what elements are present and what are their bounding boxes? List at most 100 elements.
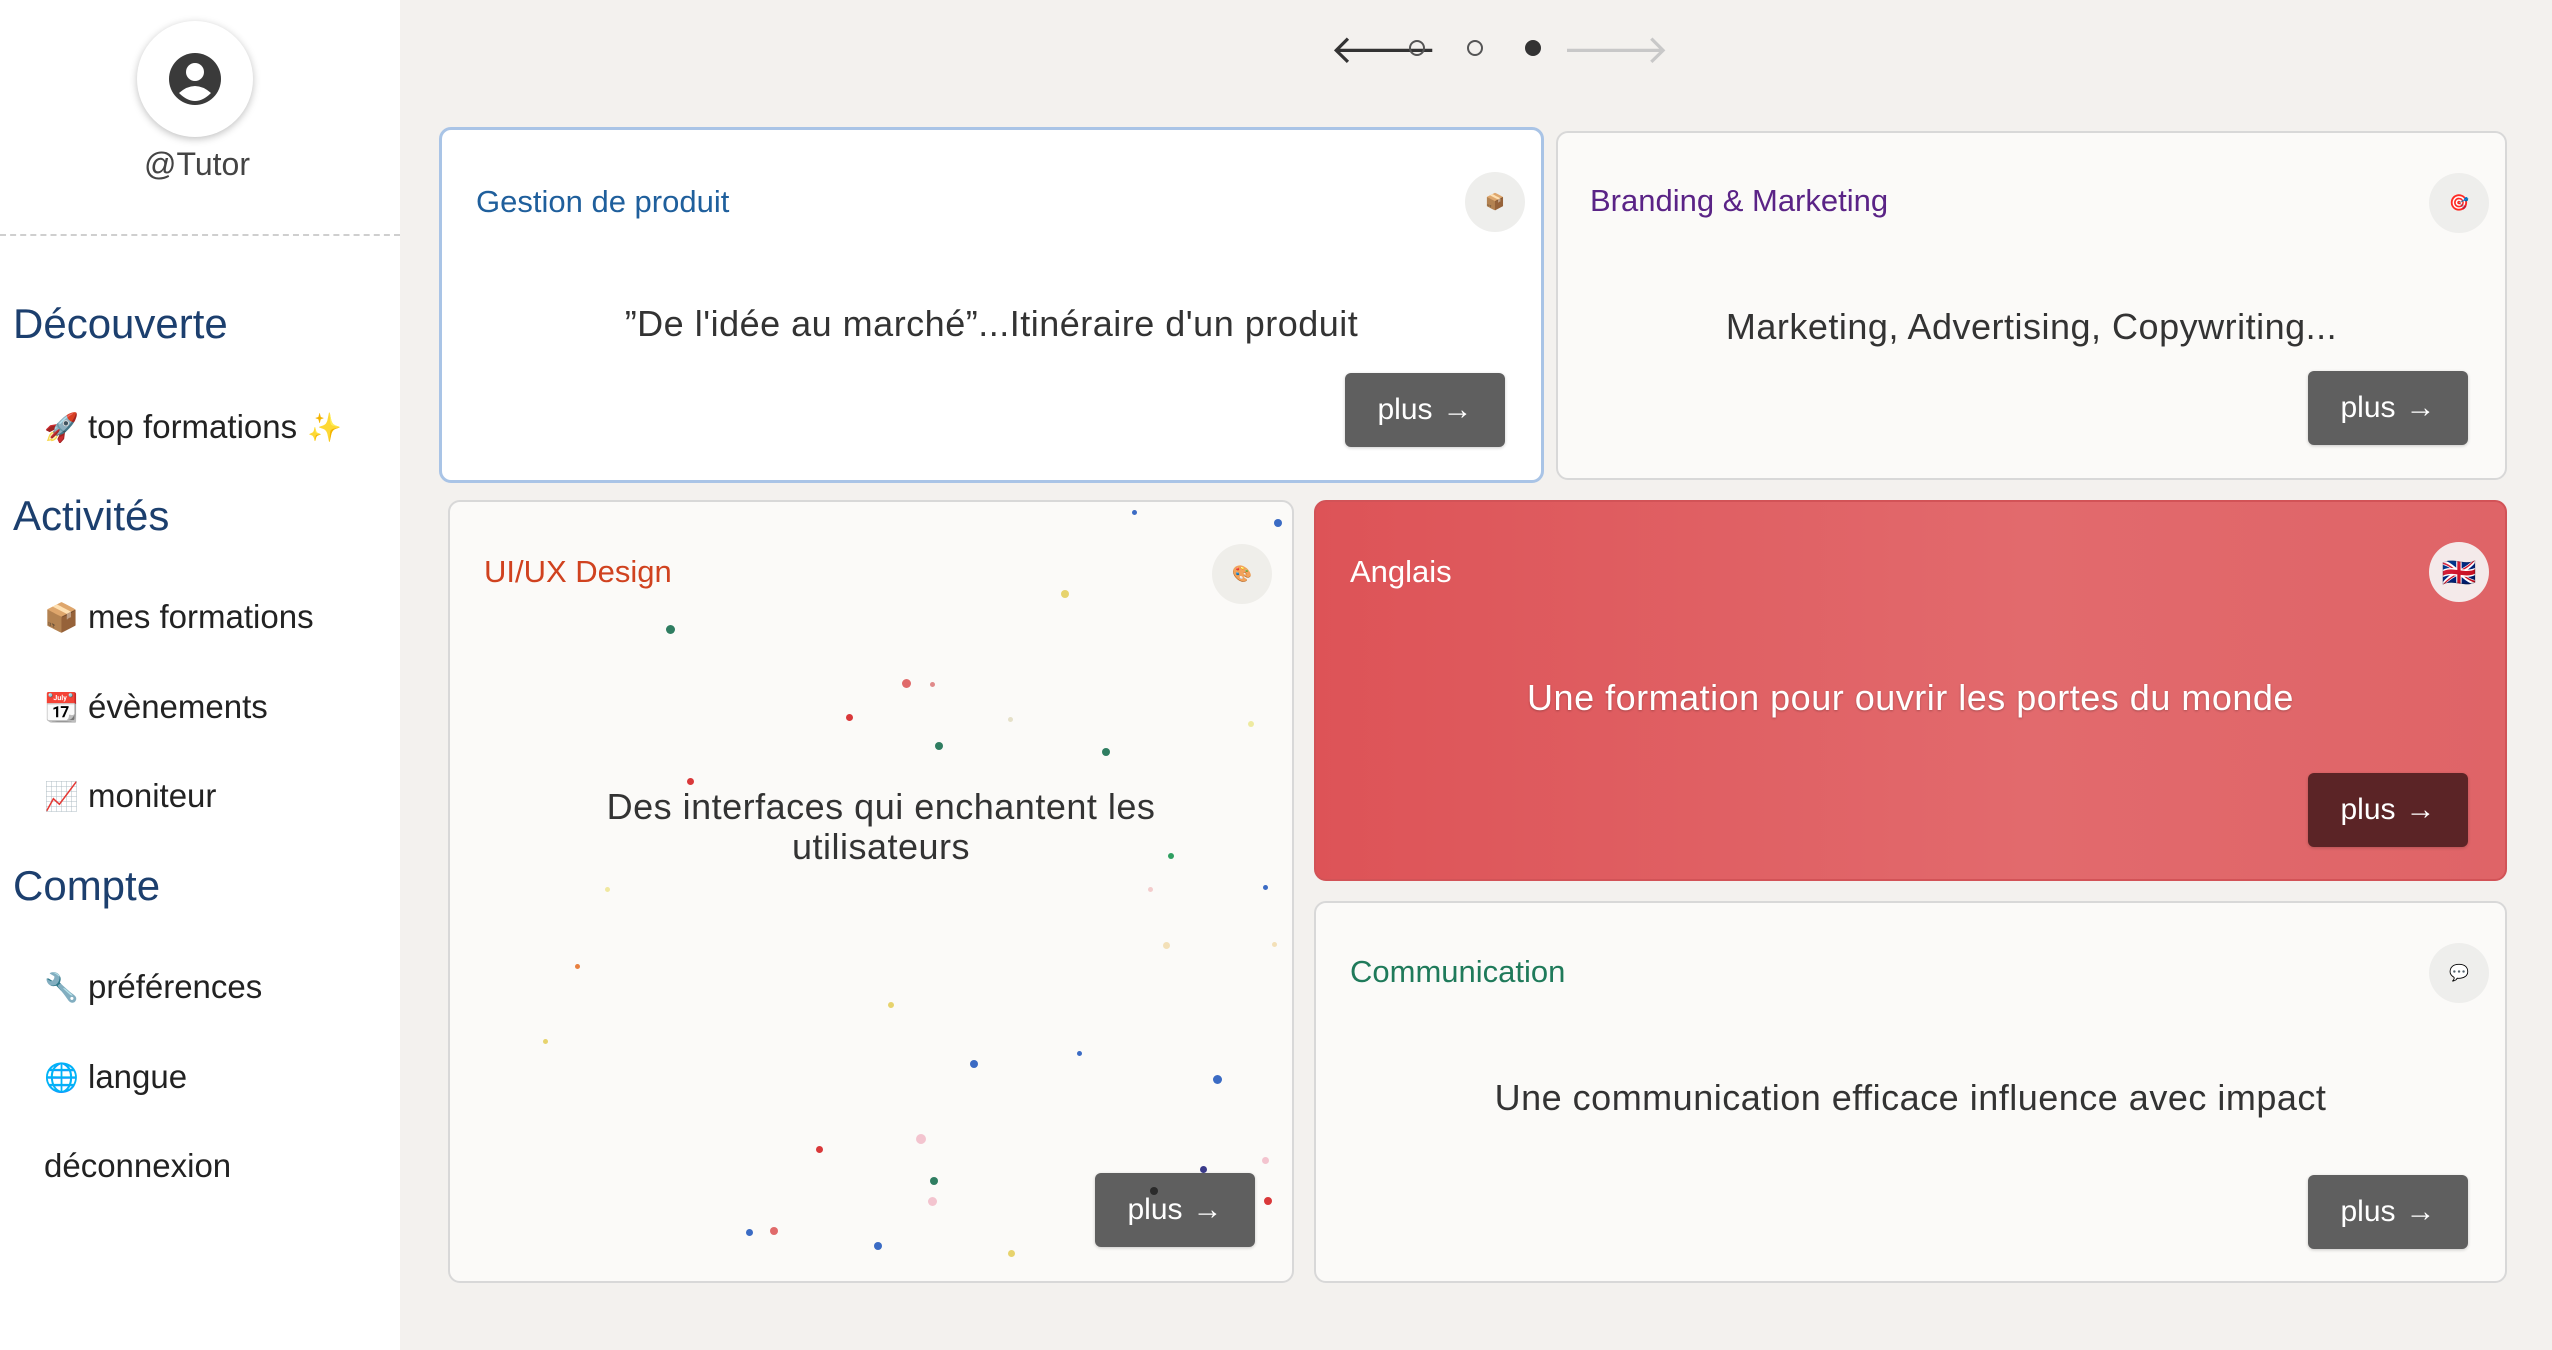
particle	[1263, 885, 1268, 890]
plus-button[interactable]: plus →	[1095, 1173, 1255, 1247]
calendar-icon: 📆	[44, 691, 79, 723]
card-description: ”De l'idée au marché”...Itinéraire d'un …	[624, 303, 1359, 344]
card-description: Une communication efficace influence ave…	[1494, 1077, 2327, 1118]
nav-item-top-formations[interactable]: 🚀 top formations ✨	[44, 408, 342, 446]
nav-item-moniteur[interactable]: 📈 moniteur	[44, 777, 216, 815]
particle	[1008, 1250, 1015, 1257]
particle	[928, 1197, 937, 1206]
particle	[1061, 590, 1069, 598]
plus-button-label: plus	[2340, 793, 2396, 826]
particle	[1150, 1187, 1158, 1195]
nav-item-label: top formations	[88, 408, 298, 445]
rocket-icon: 🚀	[44, 411, 79, 443]
plus-button[interactable]: plus →	[2308, 773, 2468, 847]
course-card-uiux[interactable]: UI/UX Design 🎨 Des interfaces qui enchan…	[448, 500, 1294, 1283]
pager-dot-2[interactable]	[1467, 40, 1483, 56]
course-card-anglais[interactable]: Anglais 🇬🇧 Une formation pour ouvrir les…	[1314, 500, 2507, 881]
speech-bubble-icon: 💬	[2429, 943, 2489, 1003]
package-icon: 📦	[44, 601, 79, 633]
plus-button[interactable]: plus →	[1345, 373, 1505, 447]
pager-dot-1[interactable]	[1409, 40, 1425, 56]
section-discover: Découverte	[13, 300, 228, 347]
nav-item-label: moniteur	[88, 777, 217, 814]
username: @Tutor	[144, 146, 250, 182]
plus-button-label: plus	[1377, 393, 1433, 426]
nav-item-evenements[interactable]: 📆 évènements	[44, 688, 268, 726]
particle	[916, 1134, 926, 1144]
avatar[interactable]	[137, 21, 253, 137]
nav-item-mes-formations[interactable]: 📦 mes formations	[44, 598, 314, 636]
wrench-icon: 🔧	[44, 971, 79, 1003]
box-icon: 📦	[1465, 172, 1525, 232]
particle	[1102, 748, 1110, 756]
particle	[770, 1227, 778, 1235]
plus-button[interactable]: plus →	[2308, 371, 2468, 445]
particle	[970, 1060, 978, 1068]
sparkles-icon: ✨	[307, 411, 342, 443]
arrow-left-icon[interactable]: 🡐	[1330, 24, 1437, 73]
plus-button[interactable]: plus →	[2308, 1175, 2468, 1249]
particle	[1248, 721, 1254, 727]
section-activities: Activités	[13, 492, 170, 539]
arrow-right-icon: →	[1442, 393, 1473, 426]
particle	[543, 1039, 548, 1044]
pager-dot-3[interactable]	[1525, 40, 1541, 56]
nav-item-preferences[interactable]: 🔧 préférences	[44, 968, 262, 1006]
carousel-pager: 🡐 🡒	[1330, 20, 1669, 76]
particle	[1200, 1166, 1207, 1173]
uk-flag-icon: 🇬🇧	[2429, 542, 2489, 602]
particle	[1213, 1075, 1222, 1084]
particle	[874, 1242, 882, 1250]
card-title: Branding & Marketing	[1590, 183, 1889, 218]
nav-item-label: évènements	[88, 688, 268, 725]
user-icon	[169, 53, 221, 105]
card-title: Gestion de produit	[476, 184, 730, 219]
particle	[1264, 1197, 1272, 1205]
particle	[930, 682, 935, 687]
section-account: Compte	[13, 862, 161, 909]
particle	[1008, 717, 1013, 722]
card-title: UI/UX Design	[484, 554, 672, 589]
plus-button-label: plus	[1127, 1193, 1183, 1226]
particle	[930, 1177, 938, 1185]
particle	[816, 1146, 823, 1153]
arrow-right-icon: →	[2405, 1195, 2436, 1228]
particle	[746, 1229, 753, 1236]
nav-item-label: langue	[88, 1058, 188, 1095]
nav-item-label: préférences	[88, 968, 263, 1005]
arrow-right-icon: →	[2405, 391, 2436, 424]
card-title: Anglais	[1350, 554, 1452, 589]
particle	[575, 964, 580, 969]
palette-icon: 🎨	[1212, 544, 1272, 604]
sidebar: @Tutor Découverte 🚀 top formations ✨ Act…	[0, 0, 400, 1350]
arrow-right-icon[interactable]: 🡒	[1562, 24, 1669, 73]
nav-item-deconnexion[interactable]: déconnexion	[44, 1147, 231, 1185]
card-title: Communication	[1350, 954, 1566, 989]
plus-button-label: plus	[2340, 1195, 2396, 1228]
nav-item-label: mes formations	[88, 598, 314, 635]
particle	[666, 625, 675, 634]
divider	[0, 234, 400, 236]
particle	[846, 714, 853, 721]
nav-item-langue[interactable]: 🌐 langue	[44, 1058, 187, 1096]
particle	[1163, 942, 1170, 949]
course-card-communication[interactable]: Communication 💬 Une communication effica…	[1314, 901, 2507, 1283]
chart-icon: 📈	[44, 780, 79, 812]
particle	[1272, 942, 1277, 947]
particle	[605, 887, 610, 892]
course-card-gestion[interactable]: Gestion de produit 📦 ”De l'idée au march…	[439, 127, 1544, 483]
card-description: Des interfaces qui enchantent les utilis…	[606, 786, 1156, 867]
particle	[1132, 510, 1137, 515]
course-card-branding[interactable]: Branding & Marketing 🎯 Marketing, Advert…	[1556, 131, 2507, 480]
particle	[687, 778, 694, 785]
plus-button-label: plus	[2340, 391, 2396, 424]
particle	[888, 1002, 894, 1008]
particle	[1262, 1157, 1269, 1164]
arrow-right-icon: →	[1192, 1193, 1223, 1226]
particle	[935, 742, 943, 750]
target-icon: 🎯	[2429, 173, 2489, 233]
particle	[1274, 519, 1282, 527]
particle	[1148, 887, 1153, 892]
card-description: Une formation pour ouvrir les portes du …	[1527, 677, 2294, 718]
arrow-right-icon: →	[2405, 793, 2436, 826]
